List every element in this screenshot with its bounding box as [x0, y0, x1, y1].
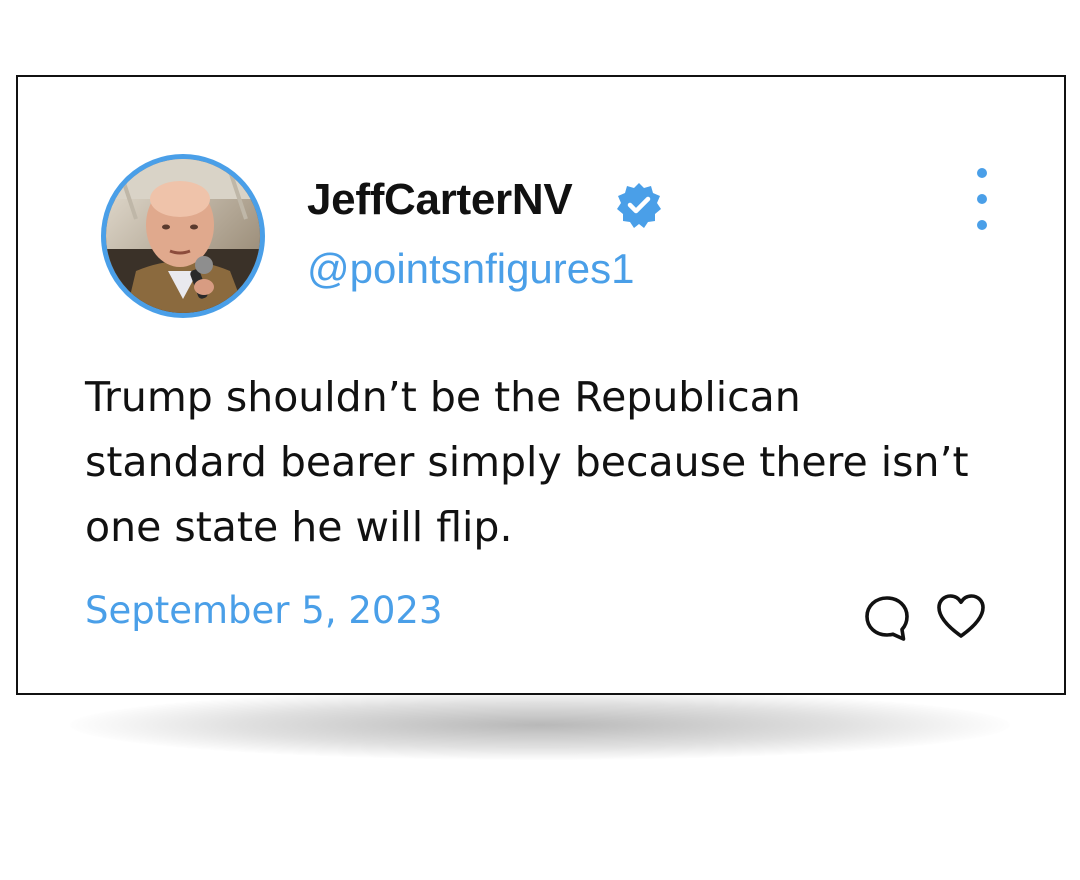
tweet-screenshot: JeffCarterNV @pointsnfigures1 Trump shou…	[0, 0, 1080, 880]
verified-badge-icon	[615, 181, 663, 229]
display-name[interactable]: JeffCarterNV	[307, 175, 573, 225]
tweet-card: JeffCarterNV @pointsnfigures1 Trump shou…	[16, 75, 1066, 695]
heart-icon[interactable]	[935, 592, 987, 640]
user-handle[interactable]: @pointsnfigures1	[307, 245, 635, 293]
reply-icon[interactable]	[863, 594, 911, 642]
tweet-date[interactable]: September 5, 2023	[85, 589, 443, 632]
more-vertical-icon[interactable]	[968, 165, 996, 233]
tweet-text: Trump shouldn’t be the Republican standa…	[85, 373, 969, 551]
card-shadow	[70, 690, 1010, 760]
avatar-photo	[106, 159, 260, 313]
avatar[interactable]	[101, 154, 265, 318]
